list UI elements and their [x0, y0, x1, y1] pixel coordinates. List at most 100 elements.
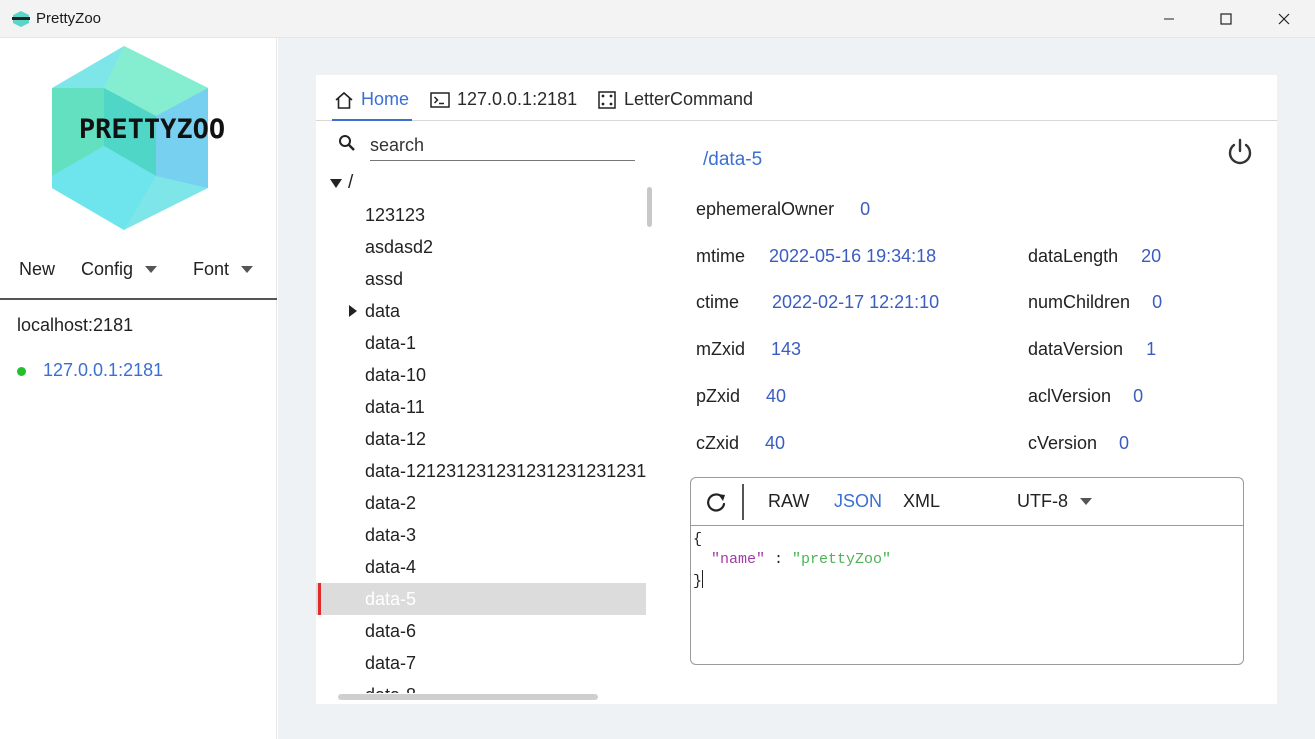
stat-value: 0 — [1152, 292, 1163, 312]
font-label: Font — [193, 259, 230, 279]
tree-item-label: data-3 — [365, 525, 417, 545]
stat-label: dataVersion — [1028, 339, 1124, 359]
tree-item-label: data — [365, 301, 401, 321]
tree-item[interactable]: data-10 — [316, 359, 646, 391]
stat-value: 0 — [860, 199, 871, 219]
tree-item[interactable]: data — [316, 295, 646, 327]
stat-label: numChildren — [1028, 292, 1131, 312]
refresh-icon[interactable] — [705, 492, 727, 514]
stat-mzxid: mZxid 143 — [696, 339, 801, 360]
stat-ctime: ctime 2022-02-17 12:21:10 — [696, 292, 939, 313]
home-icon — [335, 91, 353, 109]
app-icon — [12, 11, 30, 27]
search-box — [338, 131, 635, 163]
server-item[interactable]: 127.0.0.1:2181 — [17, 360, 163, 381]
toolbar-divider — [742, 484, 744, 520]
stat-value: 0 — [1119, 433, 1130, 453]
tree-item[interactable]: 123123 — [316, 199, 646, 231]
stat-data-length: dataLength 20 — [1028, 246, 1161, 267]
stat-value: 40 — [766, 386, 787, 406]
format-json-button[interactable]: JSON — [834, 491, 882, 512]
minimize-button[interactable] — [1140, 0, 1198, 38]
power-icon[interactable] — [1226, 137, 1254, 167]
tree-item[interactable]: data-8 — [316, 679, 646, 693]
stat-mtime: mtime 2022-05-16 19:34:18 — [696, 246, 936, 267]
stat-label: mtime — [696, 246, 745, 266]
server-group-label[interactable]: localhost:2181 — [17, 315, 133, 336]
collapse-caret-icon[interactable] — [330, 178, 342, 188]
tree-item[interactable]: data-4 — [316, 551, 646, 583]
tree-item[interactable]: assd — [316, 263, 646, 295]
tree-item-label: data-4 — [365, 557, 417, 577]
caret-down-icon — [241, 266, 254, 273]
tree-item[interactable]: asdasd2 — [316, 231, 646, 263]
search-icon — [339, 135, 355, 151]
svg-text:PRETTYZOO: PRETTYZOO — [79, 114, 225, 145]
stat-value: 0 — [1133, 386, 1144, 406]
editor-toolbar: RAW JSON XML UTF-8 — [691, 478, 1243, 526]
node-tree: / 123123 asdasd2 assd data data-1 data-1… — [316, 167, 646, 693]
tree-item-label: data-11 — [365, 397, 425, 417]
sidebar: PRETTYZOO New Config Font localhost:2181… — [0, 38, 277, 739]
stat-label: ephemeralOwner — [696, 199, 835, 219]
tree-item[interactable]: data-121231231231231231231231 — [316, 455, 646, 487]
tab-letter-command[interactable]: LetterCommand — [597, 89, 753, 121]
code-area[interactable]: { "name" : "prettyZoo" } — [693, 530, 891, 592]
json-key: "name" — [711, 551, 766, 568]
tree-item-label: data-6 — [365, 621, 417, 641]
stat-value: 40 — [765, 433, 786, 453]
stat-num-children: numChildren 0 — [1028, 292, 1162, 313]
tab-server[interactable]: 127.0.0.1:2181 — [430, 89, 577, 121]
title-bar: PrettyZoo — [0, 0, 1315, 38]
tree-item[interactable]: data-7 — [316, 647, 646, 679]
json-value: "prettyZoo" — [792, 551, 892, 568]
prettyzoo-logo: PRETTYZOO — [52, 46, 225, 230]
new-button[interactable]: New — [19, 259, 55, 280]
code-open-brace: { — [693, 531, 703, 548]
tree-item[interactable]: data-12 — [316, 423, 646, 455]
stat-value: 20 — [1141, 246, 1162, 266]
tree-item-selected[interactable]: data-5 — [316, 583, 646, 615]
tree-item[interactable]: data-2 — [316, 487, 646, 519]
stat-label: mZxid — [696, 339, 745, 359]
stat-label: cVersion — [1028, 433, 1098, 453]
new-label: New — [19, 259, 56, 279]
format-xml-button[interactable]: XML — [903, 491, 940, 512]
config-label: Config — [81, 259, 134, 279]
tree-item-label: data-1 — [365, 333, 417, 353]
stat-label: cZxid — [696, 433, 740, 453]
close-button[interactable] — [1255, 0, 1313, 38]
tab-letter-command-label: LetterCommand — [624, 89, 754, 109]
tree-item-label: assd — [365, 269, 404, 289]
format-raw-button[interactable]: RAW — [768, 491, 809, 512]
tab-home[interactable]: Home — [332, 89, 413, 121]
tree-item[interactable]: data-11 — [316, 391, 646, 423]
stat-acl-version: aclVersion 0 — [1028, 386, 1143, 407]
sidebar-menu: New Config Font — [0, 256, 277, 300]
stat-label: dataLength — [1028, 246, 1119, 266]
tree-horizontal-scrollbar[interactable] — [338, 694, 598, 700]
tree-item-label: data-8 — [365, 685, 416, 693]
minimize-icon — [1164, 18, 1174, 20]
tree-vertical-scrollbar[interactable] — [647, 187, 652, 227]
tree-root[interactable]: / — [330, 167, 353, 199]
stat-label: aclVersion — [1028, 386, 1112, 406]
server-label: 127.0.0.1:2181 — [43, 360, 164, 380]
stat-c-version: cVersion 0 — [1028, 433, 1129, 454]
font-menu[interactable]: Font — [193, 259, 254, 280]
text-cursor — [702, 570, 704, 588]
search-input[interactable] — [370, 131, 635, 161]
tree-item[interactable]: data-3 — [316, 519, 646, 551]
stat-value: 2022-05-16 19:34:18 — [769, 246, 937, 266]
config-menu[interactable]: Config — [81, 259, 158, 280]
expand-caret-icon[interactable] — [349, 305, 357, 317]
maximize-button[interactable] — [1197, 0, 1255, 38]
json-separator: : — [765, 551, 793, 568]
stat-ephemeral-owner: ephemeralOwner 0 — [696, 199, 870, 220]
stat-value: 2022-02-17 12:21:10 — [772, 292, 940, 312]
tree-item[interactable]: data-6 — [316, 615, 646, 647]
tree-item-label: 123123 — [365, 205, 426, 225]
tree-item[interactable]: data-1 — [316, 327, 646, 359]
encoding-select[interactable]: UTF-8 — [1017, 491, 1092, 512]
connected-status-dot — [17, 366, 26, 376]
